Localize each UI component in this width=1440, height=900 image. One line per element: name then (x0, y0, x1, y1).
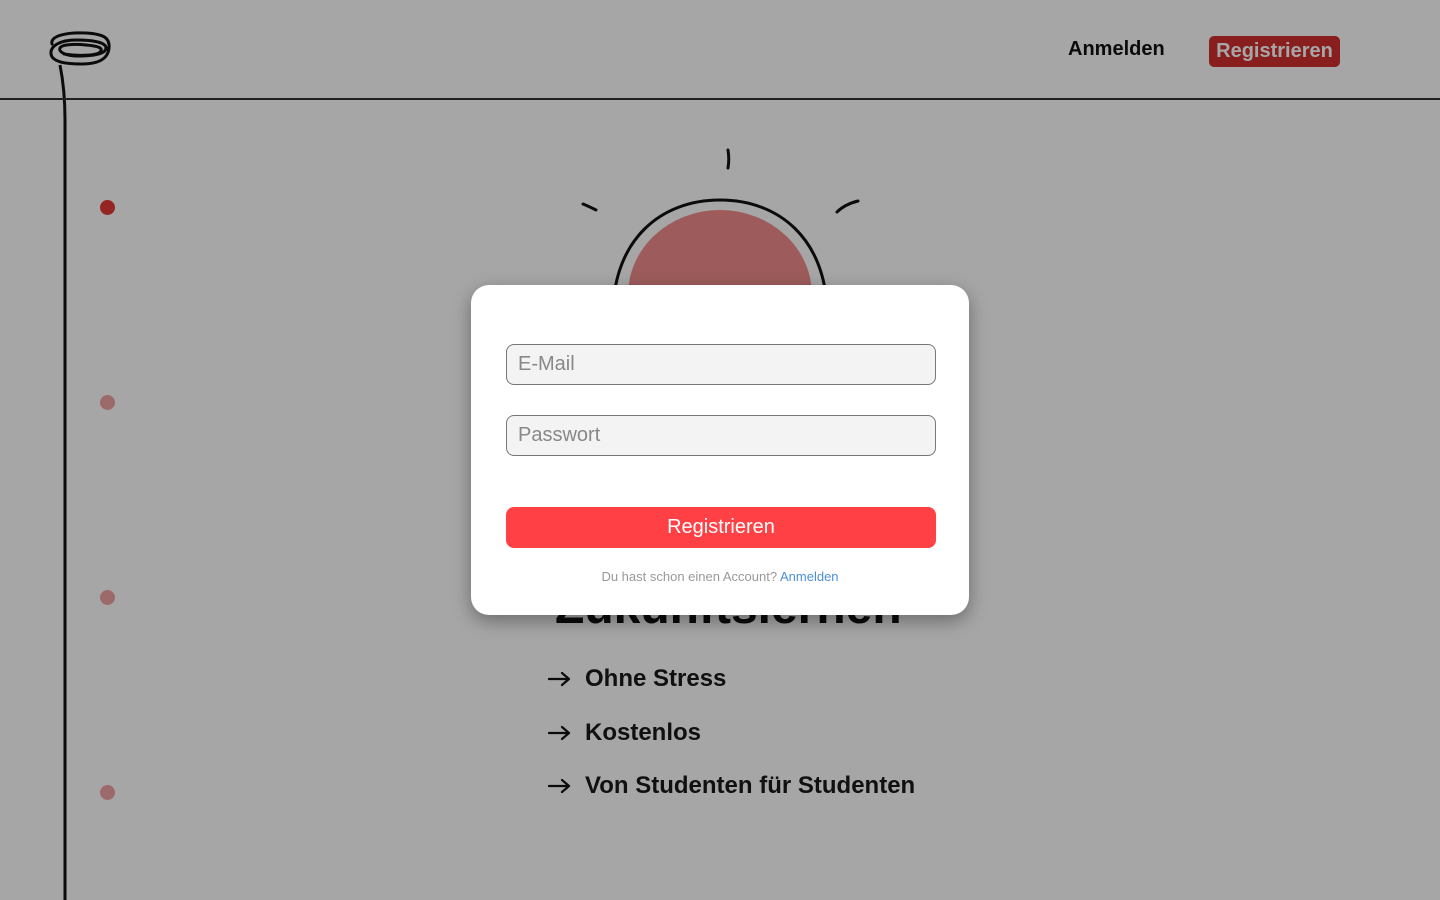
modal-footer: Du hast schon einen Account? Anmelden (471, 569, 969, 584)
login-link[interactable]: Anmelden (780, 569, 839, 584)
page: Anmelden Registrieren Zukunftslernen Ohn… (0, 0, 1440, 900)
email-field[interactable] (506, 344, 936, 385)
register-modal: Registrieren Du hast schon einen Account… (471, 285, 969, 615)
register-submit-button[interactable]: Registrieren (506, 507, 936, 548)
password-field[interactable] (506, 415, 936, 456)
footer-text: Du hast schon einen Account? (601, 569, 778, 584)
